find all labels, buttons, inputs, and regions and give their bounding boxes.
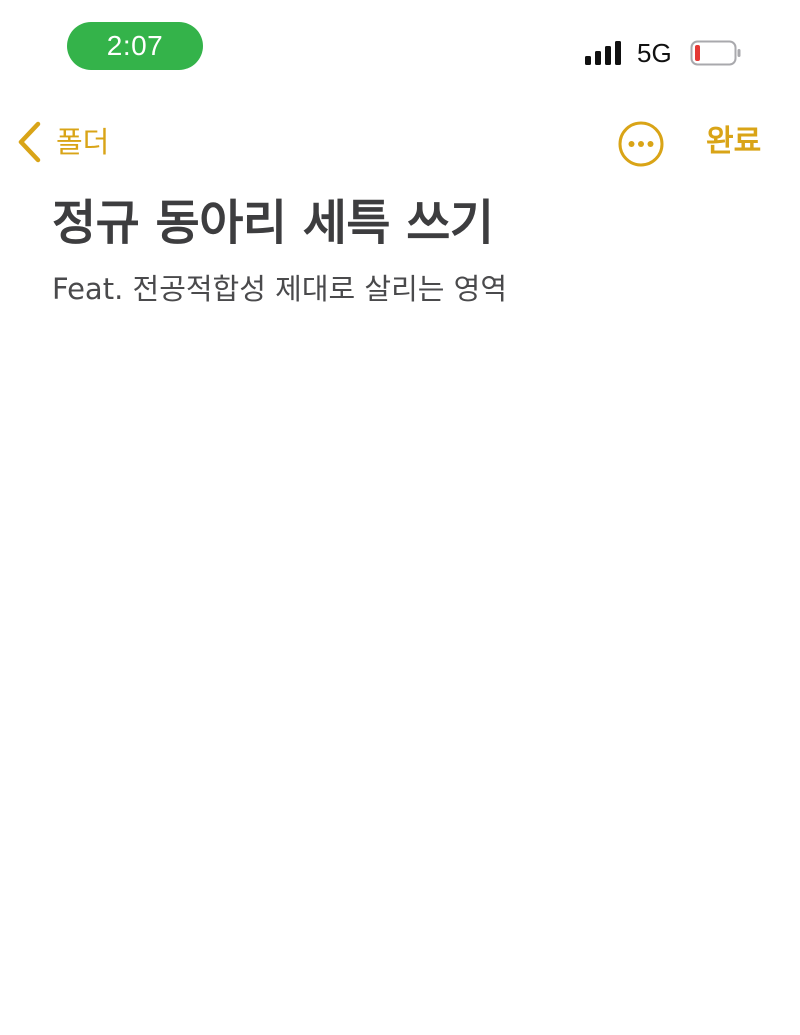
nav-bar: 폴더 완료 — [0, 110, 800, 174]
status-bar: 2:07 5G — [0, 0, 800, 100]
done-button[interactable]: 완료 — [706, 118, 761, 166]
ellipsis-circle-icon[interactable] — [617, 120, 665, 168]
note-subtitle[interactable]: Feat. 전공적합성 제대로 살리는 영역 — [52, 266, 507, 312]
chevron-left-icon — [18, 121, 41, 163]
signal-bars-icon — [585, 41, 625, 65]
status-time: 2:07 — [67, 22, 203, 70]
network-type: 5G — [637, 38, 672, 68]
note-title[interactable]: 정규 동아리 세특 쓰기 — [52, 186, 494, 260]
back-button[interactable]: 폴더 — [16, 118, 109, 166]
back-button-label: 폴더 — [56, 125, 110, 159]
battery-low-icon — [690, 40, 741, 66]
note-body-editor[interactable] — [52, 320, 752, 1000]
